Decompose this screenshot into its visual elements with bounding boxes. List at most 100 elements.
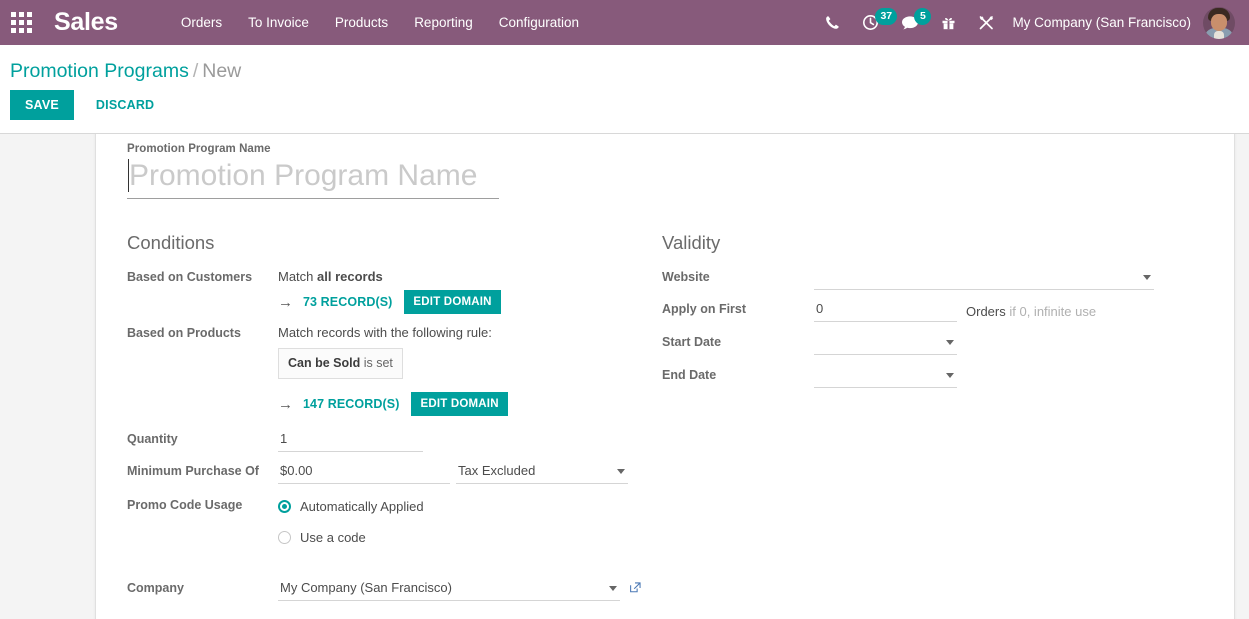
messages-badge: 5 <box>914 8 932 25</box>
breadcrumb: Promotion Programs / New <box>0 45 1249 90</box>
phone-button[interactable] <box>814 0 851 45</box>
website-input[interactable] <box>814 267 1154 290</box>
based-on-products-value: Match records with the following rule: <box>278 325 492 340</box>
domain-rule-field: Can be Sold <box>288 356 361 370</box>
row-quantity: Quantity <box>127 426 661 453</box>
start-date-wrap[interactable] <box>814 332 957 355</box>
discard-button[interactable]: DISCARD <box>82 90 168 120</box>
company-label: Company <box>127 581 184 595</box>
content-area: Promotion Program Name Conditions Based … <box>0 127 1249 619</box>
menu-item-products[interactable]: Products <box>322 0 401 45</box>
end-date-wrap[interactable] <box>814 365 957 388</box>
products-edit-domain-button[interactable]: EDIT DOMAIN <box>411 392 508 416</box>
text-cursor <box>128 159 129 192</box>
orders-unit-text: Orders <box>966 304 1006 319</box>
products-record-count-link[interactable]: 147 RECORD(S) <box>303 395 399 414</box>
radio-automatically-applied-input[interactable] <box>278 500 291 513</box>
gift-button[interactable] <box>930 0 967 45</box>
quantity-label: Quantity <box>127 432 178 446</box>
row-website: Website <box>662 264 1196 291</box>
row-apply-on-first: Apply on First Orders if 0, infinite use <box>662 296 1196 323</box>
row-start-date: Start Date <box>662 329 1196 356</box>
menu-item-orders[interactable]: Orders <box>168 0 235 45</box>
start-date-label: Start Date <box>662 335 722 349</box>
menu-item-configuration[interactable]: Configuration <box>486 0 592 45</box>
row-based-on-customers: Based on Customers Match all records → 7… <box>127 264 661 320</box>
form-sheet: Promotion Program Name Conditions Based … <box>95 127 1235 619</box>
phone-icon <box>826 16 840 29</box>
tax-mode-select-wrap[interactable] <box>456 461 628 484</box>
avatar <box>1203 6 1235 39</box>
match-bold-text: all records <box>317 269 383 284</box>
company-input[interactable] <box>278 578 620 601</box>
end-date-input[interactable] <box>814 365 957 388</box>
promotion-program-name-label: Promotion Program Name <box>127 143 271 155</box>
current-company-label[interactable]: My Company (San Francisco) <box>1006 0 1203 45</box>
website-select-wrap[interactable] <box>814 267 1154 290</box>
apply-on-first-hint: if 0, infinite use <box>1009 304 1097 319</box>
products-records-row: → 147 RECORD(S) EDIT DOMAIN <box>278 379 661 422</box>
match-prefix-text: Match <box>278 269 318 284</box>
user-menu-button[interactable] <box>1203 6 1241 39</box>
promotion-program-name-input[interactable] <box>127 156 499 199</box>
row-company: Company <box>127 575 661 602</box>
row-minimum-purchase: Minimum Purchase Of <box>127 458 661 485</box>
arrow-right-icon: → <box>278 395 293 413</box>
apps-grid-icon <box>10 12 32 33</box>
form-groups: Conditions Based on Customers Match all … <box>127 231 1210 619</box>
row-based-on-products: Based on Products Match records with the… <box>127 320 661 422</box>
start-date-input[interactable] <box>814 332 957 355</box>
promotion-program-name-field[interactable] <box>127 156 499 199</box>
radio-use-a-code-input[interactable] <box>278 531 291 544</box>
arrow-right-icon: → <box>278 293 293 311</box>
gift-icon <box>942 17 955 29</box>
customers-record-count-link[interactable]: 73 RECORD(S) <box>303 293 392 312</box>
apps-menu-button[interactable] <box>0 0 42 45</box>
based-on-customers-label: Based on Customers <box>127 270 253 284</box>
apply-on-first-input[interactable] <box>814 299 957 322</box>
based-on-customers-value: Match all records <box>278 267 661 286</box>
app-brand-sales[interactable]: Sales <box>42 0 130 45</box>
systray: 37 5 My Company (San Francisco) <box>814 0 1249 45</box>
radio-automatically-applied[interactable]: Automatically Applied <box>278 495 661 520</box>
save-button[interactable]: SAVE <box>10 90 74 120</box>
validity-heading: Validity <box>662 232 721 253</box>
based-on-products-label: Based on Products <box>127 326 241 340</box>
menu-item-to-invoice[interactable]: To Invoice <box>235 0 322 45</box>
breadcrumb-item-new: New <box>202 60 242 82</box>
rewards-spacer <box>127 602 661 619</box>
radio-use-a-code[interactable]: Use a code <box>278 520 661 551</box>
quantity-input[interactable] <box>278 429 423 452</box>
conditions-heading: Conditions <box>127 232 215 253</box>
row-promo-code-usage: Promo Code Usage Automatically Applied U… <box>127 492 661 551</box>
activities-button[interactable]: 37 <box>851 0 898 45</box>
breadcrumb-item-promotion-programs[interactable]: Promotion Programs <box>10 60 189 82</box>
domain-rule-operator: is set <box>363 356 393 370</box>
top-navbar: Sales Orders To Invoice Products Reporti… <box>0 0 1249 45</box>
group-conditions: Conditions Based on Customers Match all … <box>127 231 661 619</box>
internal-link-icon[interactable] <box>629 578 642 599</box>
control-panel: Promotion Programs / New SAVE DISCARD <box>0 45 1249 134</box>
group-validity: Validity Website Apply on First 0 Orders… <box>662 231 1196 619</box>
company-select-wrap[interactable] <box>278 578 620 601</box>
products-domain-rule-chip[interactable]: Can be Sold is set <box>278 348 403 379</box>
customers-records-row: → 73 RECORD(S) EDIT DOMAIN <box>278 286 661 320</box>
tax-mode-select[interactable] <box>456 461 628 484</box>
apply-on-first-suffix: Orders if 0, infinite use <box>957 299 1096 321</box>
end-date-label: End Date <box>662 368 717 382</box>
radio-automatically-applied-label[interactable]: Automatically Applied <box>300 497 424 516</box>
form-action-buttons: SAVE DISCARD <box>0 90 1249 133</box>
customers-edit-domain-button[interactable]: EDIT DOMAIN <box>404 290 501 314</box>
breadcrumb-separator: / <box>192 60 199 82</box>
apply-on-first-label: Apply on First <box>662 302 747 316</box>
developer-tools-button[interactable] <box>967 0 1006 45</box>
tools-cross-icon <box>980 15 994 29</box>
row-end-date: End Date <box>662 362 1196 389</box>
main-menu-bar: Orders To Invoice Products Reporting Con… <box>168 0 592 45</box>
minimum-purchase-input[interactable] <box>278 461 450 484</box>
menu-item-reporting[interactable]: Reporting <box>401 0 486 45</box>
promo-code-usage-label: Promo Code Usage <box>127 498 243 512</box>
radio-use-a-code-label[interactable]: Use a code <box>300 528 366 547</box>
minimum-purchase-label: Minimum Purchase Of <box>127 464 259 478</box>
messages-button[interactable]: 5 <box>890 0 932 45</box>
